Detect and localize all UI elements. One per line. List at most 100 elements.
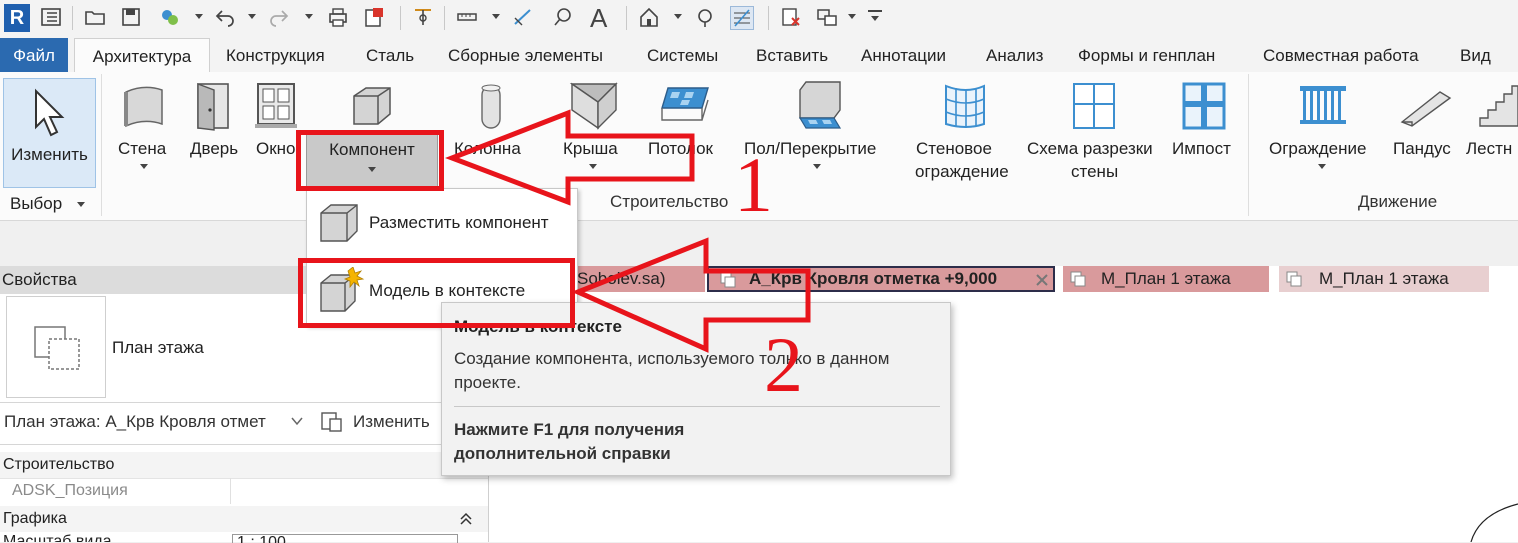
floor-icon[interactable] [794,80,844,132]
measure-dropdown-icon[interactable] [492,14,500,19]
close-icon[interactable] [1035,273,1049,287]
roof-label[interactable]: Крыша [563,137,618,160]
edit-type-icon[interactable] [319,410,345,434]
thin-lines-icon[interactable] [730,6,754,30]
switch-windows-dropdown-icon[interactable] [848,14,856,19]
select-dropdown-icon[interactable] [77,202,85,207]
tab-precast[interactable]: Сборные элементы [448,38,603,72]
customize-icon[interactable] [868,10,882,12]
tooltip-divider [454,406,940,407]
redo-icon[interactable] [268,6,290,28]
tab-collaborate[interactable]: Совместная работа [1263,38,1419,72]
scale-label: Масштаб вида [3,534,112,542]
grid-menu-icon[interactable] [40,6,62,28]
align-icon[interactable] [412,6,434,28]
panel-circulation-title: Движение [1358,192,1438,211]
door-label[interactable]: Дверь [190,137,238,160]
wall-dropdown-icon[interactable] [140,164,148,169]
collapse-chevron-icon[interactable] [460,512,472,526]
view-tab-2[interactable]: М_План 1 этажа [1063,266,1269,292]
view-tab-3[interactable]: М_План 1 этажа [1279,266,1489,292]
railing-icon[interactable] [1298,82,1348,128]
mullion-icon[interactable] [1180,80,1228,132]
close-hidden-icon[interactable] [780,6,802,28]
view-selector[interactable]: План этажа: А_Крв Кровля отмет [4,412,266,432]
view-tab-2-plan-icon [1070,271,1086,287]
tab-systems[interactable]: Системы [647,38,718,72]
home-icon[interactable] [638,6,660,28]
tab-insert[interactable]: Вставить [756,38,828,72]
highlight-box-component [296,130,444,191]
undo-icon[interactable] [214,6,236,28]
stair-label[interactable]: Лестн [1466,137,1518,160]
group-graphics[interactable]: Графика [3,510,67,528]
tooltip-description-2: проекте. [454,373,521,392]
ceiling-label[interactable]: Потолок [648,137,713,160]
curtain-grid-icon[interactable] [1070,80,1118,132]
tooltip-description-1: Создание компонента, используемого тольк… [454,349,890,368]
panel-select-title[interactable]: Выбор [10,192,62,215]
floor-dropdown-icon[interactable] [813,164,821,169]
dimension-icon[interactable] [512,6,534,28]
location-icon[interactable] [694,6,716,28]
open-icon[interactable] [84,6,106,28]
tab-analyze[interactable]: Анализ [986,38,1043,72]
modify-button[interactable]: Изменить [3,78,96,188]
railing-label[interactable]: Ограждение [1269,137,1366,160]
ramp-label[interactable]: Пандус [1393,137,1451,160]
undo-dropdown-icon[interactable] [248,14,256,19]
view-tab-active[interactable]: А_Крв Кровля отметка +9,000 [707,266,1055,292]
tab-structure[interactable]: Конструкция [226,38,325,72]
type-preview [6,296,106,398]
curtain-system-icon[interactable] [940,80,990,132]
edit-type-button[interactable]: Изменить [353,412,430,432]
revit-logo[interactable]: R [4,4,30,32]
tab-file[interactable]: Файл [0,38,68,72]
roof-dropdown-icon[interactable] [589,164,597,169]
roof-icon[interactable] [568,80,620,130]
stair-icon[interactable] [1478,84,1518,130]
column-icon[interactable] [476,80,506,132]
component-icon[interactable] [346,82,396,130]
customize-dropdown-icon[interactable] [871,16,879,21]
view-tab-partial[interactable]: Sobolev.sa) [573,266,705,292]
window-icon[interactable] [254,80,298,132]
print-icon[interactable] [327,6,349,28]
quick-access-toolbar: R A [0,0,1518,38]
tab-steel[interactable]: Сталь [366,38,414,72]
switch-windows-icon[interactable] [816,6,838,28]
redo-dropdown-icon[interactable] [305,14,313,19]
group-construction[interactable]: Строительство [3,456,114,474]
sync-icon[interactable] [158,6,180,28]
tab-view[interactable]: Вид [1460,38,1491,72]
railing-dropdown-icon[interactable] [1318,164,1326,169]
export-icon[interactable] [363,6,385,28]
highlight-box-model-in-place [298,258,575,328]
tab-massing-site[interactable]: Формы и генплан [1078,38,1215,72]
home-dropdown-icon[interactable] [674,14,682,19]
selector-chevron-down-icon[interactable] [291,416,303,426]
tag-icon[interactable] [552,6,574,28]
tooltip-help-2: дополнительной справки [454,444,671,463]
window-label[interactable]: Окно [256,137,300,160]
group-graphics-row[interactable] [0,506,488,532]
mullion-label[interactable]: Импост [1172,137,1231,160]
ceiling-icon[interactable] [658,84,712,128]
annotation-number-1: 1 [734,141,773,228]
sync-dropdown-icon[interactable] [195,14,203,19]
save-icon[interactable] [120,6,142,28]
door-icon[interactable] [192,80,236,132]
text-icon[interactable]: A [590,3,607,34]
curtain-grid-label-2[interactable]: стены [1071,160,1118,183]
menu-item-place-component[interactable]: Разместить компонент [307,193,577,253]
tab-architecture[interactable]: Архитектура [74,38,210,74]
wall-icon[interactable] [120,82,168,132]
tab-annotate[interactable]: Аннотации [861,38,946,72]
curtain-grid-label-1[interactable]: Схема разрезки [1027,137,1153,160]
curtain-system-label-1[interactable]: Стеновое [916,137,992,160]
column-label[interactable]: Колонна [454,137,521,160]
ramp-icon[interactable] [1400,88,1452,128]
wall-label[interactable]: Стена [118,137,166,160]
measure-icon[interactable] [456,6,478,28]
curtain-system-label-2[interactable]: ограждение [915,160,1009,183]
